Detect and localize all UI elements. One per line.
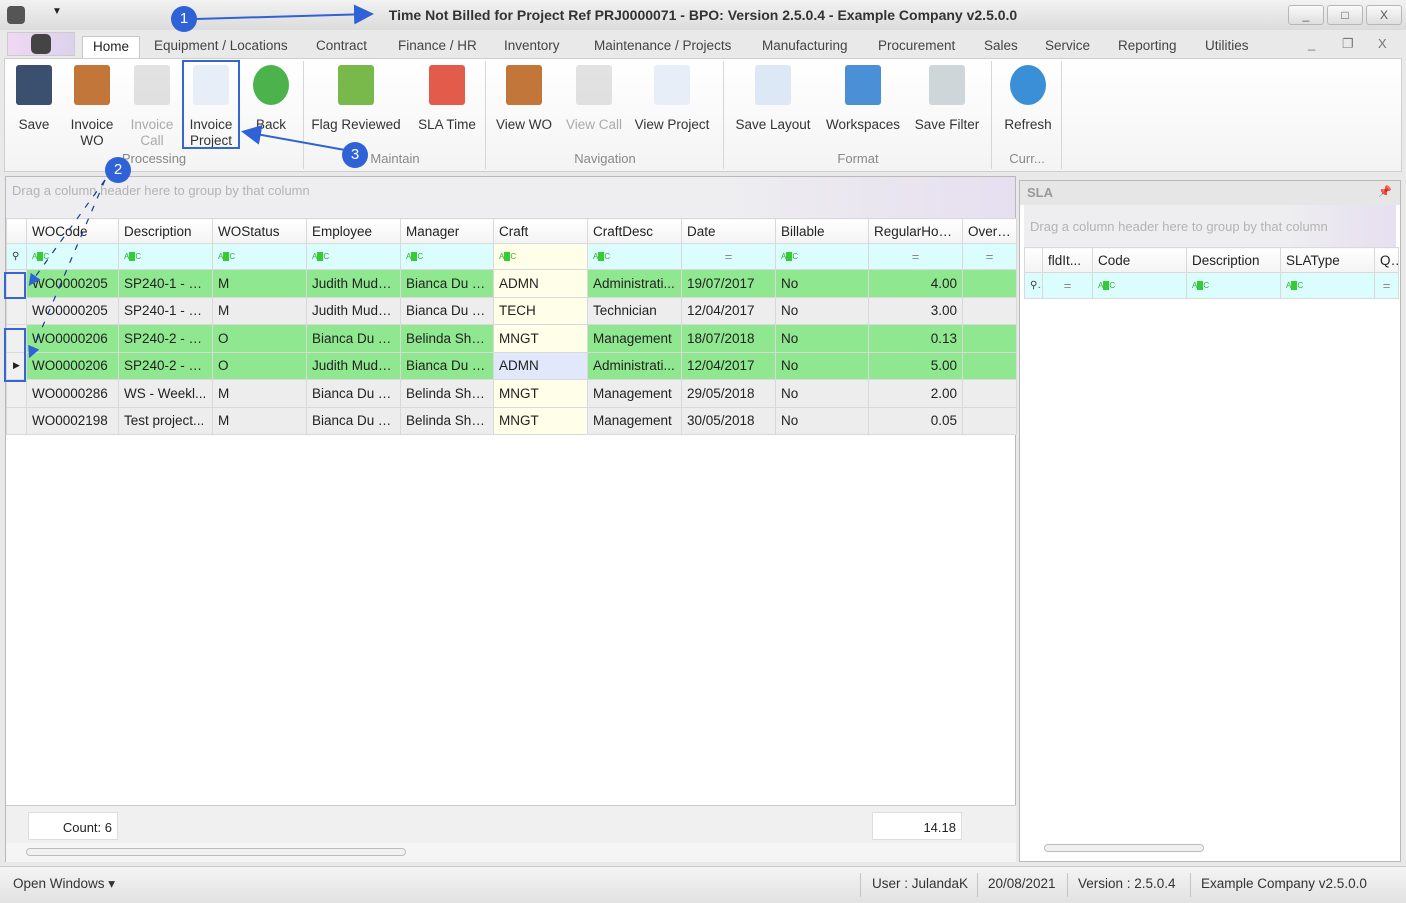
annotation-arrow-2b (28, 179, 106, 359)
annotation-arrow-2a (28, 179, 106, 286)
annotation-marker-1: 1 (171, 6, 197, 32)
annotation-marker-3: 3 (342, 142, 368, 168)
annotation-marker-2: 2 (105, 157, 131, 183)
annotation-arrow-3 (241, 124, 346, 151)
invoice-project-highlight (182, 60, 240, 149)
annotation-arrow-1 (195, 4, 374, 25)
row-1-highlight (4, 272, 26, 299)
row-3-highlight (4, 328, 26, 382)
